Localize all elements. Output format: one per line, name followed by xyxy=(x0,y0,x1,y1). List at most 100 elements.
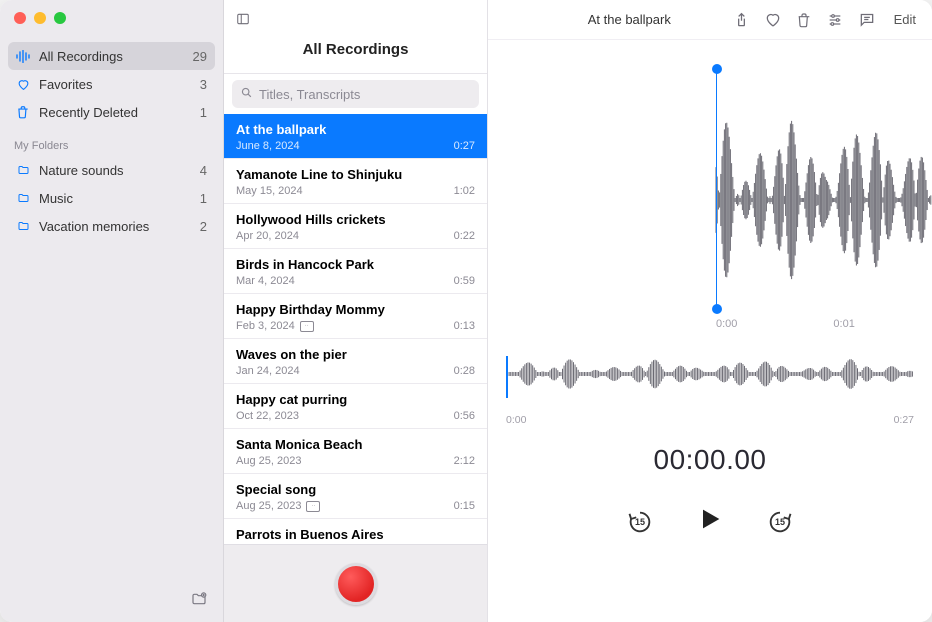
transcript-badge-icon: ·· xyxy=(306,501,320,512)
recordings-list-title: All Recordings xyxy=(303,31,409,70)
recording-title: Happy Birthday Mommy xyxy=(236,302,475,317)
recording-title: Parrots in Buenos Aires xyxy=(236,527,475,542)
recordings-header: All Recordings xyxy=(224,0,487,74)
recording-title: At the ballpark xyxy=(540,12,719,27)
recording-row[interactable]: Santa Monica Beach Aug 25, 2023 2:12 xyxy=(224,429,487,474)
recording-row[interactable]: Waves on the pier Jan 24, 2024 0:28 xyxy=(224,339,487,384)
overview-end-time: 0:27 xyxy=(894,414,914,426)
sidebar-item-label: Vacation memories xyxy=(39,219,200,234)
transcript-badge-icon: ·· xyxy=(300,321,314,332)
window-controls xyxy=(0,0,223,42)
recording-date: Jan 24, 2024 xyxy=(236,365,454,377)
playback-controls: 15 15 xyxy=(488,504,932,539)
new-folder-button[interactable] xyxy=(189,591,209,612)
skip-amount-label: 15 xyxy=(775,517,785,527)
sidebar-folder-vacation-memories[interactable]: Vacation memories 2 xyxy=(8,212,215,240)
overview-time-scale: 0:00 0:27 xyxy=(506,414,914,426)
waveform-overview-icon xyxy=(506,356,914,400)
folder-icon xyxy=(14,192,32,204)
recording-row[interactable]: Birds in Hancock Park Mar 4, 2024 0:59 xyxy=(224,249,487,294)
waveform-icon xyxy=(14,50,32,63)
recording-date: June 8, 2024 xyxy=(236,140,454,152)
waveform-icon xyxy=(488,80,932,320)
play-button[interactable] xyxy=(696,504,724,539)
minimize-window-button[interactable] xyxy=(34,12,46,24)
sidebar-item-recently-deleted[interactable]: Recently Deleted 1 xyxy=(8,98,215,126)
recording-duration: 2:12 xyxy=(454,455,475,467)
recording-date: May 15, 2024 xyxy=(236,185,454,197)
recording-duration: 0:13 xyxy=(454,320,475,332)
search-placeholder: Titles, Transcripts xyxy=(259,87,471,102)
sidebar-folders-section: Nature sounds 4 Music 1 Vacation memorie… xyxy=(0,156,223,240)
recording-row[interactable]: Special song Aug 25, 2023 ·· 0:15 xyxy=(224,474,487,519)
close-window-button[interactable] xyxy=(14,12,26,24)
overview-start-time: 0:00 xyxy=(506,414,526,426)
trim-start-handle-dot-bottom[interactable] xyxy=(712,304,722,314)
recording-row[interactable]: Yamanote Line to Shinjuku May 15, 2024 1… xyxy=(224,159,487,204)
sidebar-item-all-recordings[interactable]: All Recordings 29 xyxy=(8,42,215,70)
recording-duration: 1:02 xyxy=(454,185,475,197)
skip-back-15-button[interactable]: 15 xyxy=(624,506,656,538)
recording-duration: 0:22 xyxy=(454,230,475,242)
recording-row[interactable]: Hollywood Hills crickets Apr 20, 2024 0:… xyxy=(224,204,487,249)
recording-date: Apr 20, 2024 xyxy=(236,230,454,242)
waveform-zoom-view[interactable]: 0:00 0:01 0:02 xyxy=(488,40,932,340)
sidebar-item-label: All Recordings xyxy=(39,49,193,64)
record-bar xyxy=(224,544,487,622)
recording-row[interactable]: Happy Birthday Mommy Feb 3, 2024 ·· 0:13 xyxy=(224,294,487,339)
recording-date: Feb 3, 2024 ·· xyxy=(236,320,454,332)
recording-row[interactable]: At the ballpark June 8, 2024 0:27 xyxy=(224,114,487,159)
sidebar-item-label: Recently Deleted xyxy=(39,105,200,120)
transcription-button[interactable] xyxy=(858,11,876,28)
skip-forward-15-button[interactable]: 15 xyxy=(764,506,796,538)
time-tick: 0:01 xyxy=(833,318,854,330)
sidebar-item-count: 1 xyxy=(200,105,207,120)
sidebar-item-favorites[interactable]: Favorites 3 xyxy=(8,70,215,98)
recording-date: Aug 25, 2023 xyxy=(236,455,454,467)
sidebar-folder-nature-sounds[interactable]: Nature sounds 4 xyxy=(8,156,215,184)
trim-start-handle[interactable] xyxy=(716,68,717,310)
detail-toolbar: At the ballpark Edit xyxy=(488,0,932,40)
sidebar-item-label: Nature sounds xyxy=(39,163,200,178)
recording-date: Oct 22, 2023 xyxy=(236,410,454,422)
recording-duration: 0:56 xyxy=(454,410,475,422)
recording-row[interactable]: Happy cat purring Oct 22, 2023 0:56 xyxy=(224,384,487,429)
recording-row[interactable]: Parrots in Buenos Aires xyxy=(224,519,487,542)
recording-title: Happy cat purring xyxy=(236,392,475,407)
zoom-window-button[interactable] xyxy=(54,12,66,24)
recording-duration: 0:27 xyxy=(454,140,475,152)
recording-date: Mar 4, 2024 xyxy=(236,275,454,287)
recording-title: Waves on the pier xyxy=(236,347,475,362)
waveform-overview[interactable] xyxy=(506,356,914,408)
trim-start-handle-dot-top[interactable] xyxy=(712,64,722,74)
detail-panel: At the ballpark Edit 0:00 xyxy=(488,0,932,622)
sidebar-item-label: Favorites xyxy=(39,77,200,92)
toggle-sidebar-button[interactable] xyxy=(234,13,252,30)
record-button[interactable] xyxy=(335,563,377,605)
zoom-time-scale: 0:00 0:01 0:02 xyxy=(488,318,932,330)
recording-title: Hollywood Hills crickets xyxy=(236,212,475,227)
recordings-panel: All Recordings Titles, Transcripts At th… xyxy=(224,0,488,622)
sidebar-smart-section: All Recordings 29 Favorites 3 Recently D… xyxy=(0,42,223,126)
folder-icon xyxy=(14,220,32,232)
sidebar-item-count: 3 xyxy=(200,77,207,92)
search-icon xyxy=(240,86,253,102)
skip-amount-label: 15 xyxy=(635,517,645,527)
recording-title: At the ballpark xyxy=(236,122,475,137)
delete-button[interactable] xyxy=(796,11,812,29)
trash-icon xyxy=(14,105,32,119)
app-window: All Recordings 29 Favorites 3 Recently D… xyxy=(0,0,932,622)
search-field[interactable]: Titles, Transcripts xyxy=(232,80,479,108)
share-button[interactable] xyxy=(733,11,750,29)
recording-title: Birds in Hancock Park xyxy=(236,257,475,272)
recording-duration: 0:15 xyxy=(454,500,475,512)
edit-button[interactable]: Edit xyxy=(890,10,920,29)
favorite-button[interactable] xyxy=(764,11,782,28)
recordings-list: At the ballpark June 8, 2024 0:27 Yamano… xyxy=(224,114,487,544)
recording-title: Yamanote Line to Shinjuku xyxy=(236,167,475,182)
recording-duration: 0:59 xyxy=(454,275,475,287)
playhead[interactable] xyxy=(506,356,508,398)
sidebar-folder-music[interactable]: Music 1 xyxy=(8,184,215,212)
settings-sliders-button[interactable] xyxy=(826,12,844,28)
heart-icon xyxy=(14,78,32,91)
